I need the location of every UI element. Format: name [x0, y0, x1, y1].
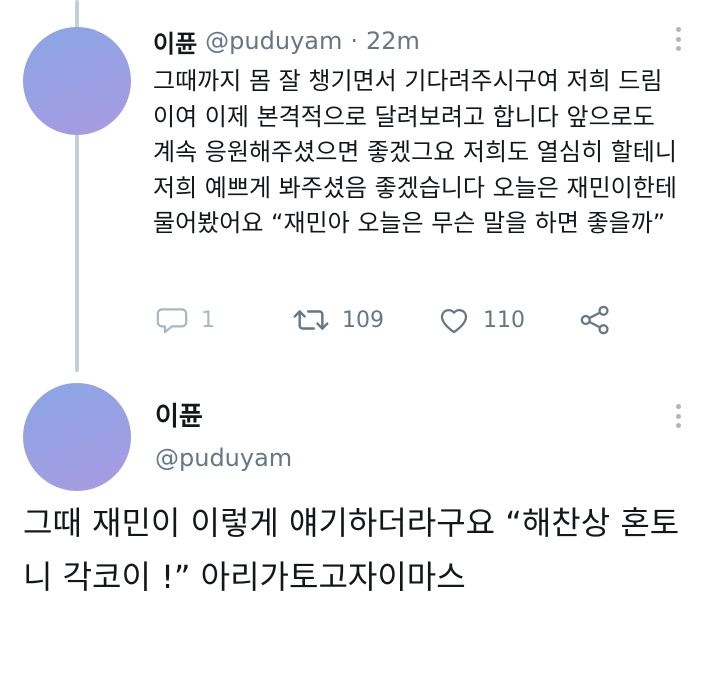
heart-icon	[440, 309, 468, 334]
tweet-actions: 1 109 110	[155, 300, 625, 340]
like-count: 110	[483, 307, 525, 333]
user-handle[interactable]: @puduyam	[205, 27, 342, 55]
avatar[interactable]	[23, 27, 131, 135]
timestamp[interactable]: 22m	[366, 27, 420, 55]
retweet-icon	[293, 310, 329, 330]
more-vertical-icon[interactable]	[676, 404, 682, 428]
tweet-header: 이퓬 @puduyam · 22m	[153, 24, 420, 58]
tweet-text: 그때까지 몸 잘 챙기면서 기다려주시구여 저희 드림이여 이제 본격적으로 달…	[153, 67, 677, 237]
reply-button[interactable]: 1	[155, 300, 215, 340]
display-name[interactable]: 이퓬	[153, 24, 197, 59]
retweet-count: 109	[342, 307, 384, 333]
more-vertical-icon[interactable]	[676, 27, 682, 51]
like-button[interactable]: 110	[437, 300, 525, 340]
share-button[interactable]	[578, 300, 612, 340]
retweet-button[interactable]: 109	[292, 300, 384, 340]
reply-count: 1	[201, 307, 215, 333]
tweet-text: 그때 재민이 이렇게 얘기하더라구요 “해찬상 혼토니 각코이 !” 아리가토고…	[23, 504, 680, 596]
avatar[interactable]	[23, 383, 131, 491]
user-handle[interactable]: @puduyam	[155, 444, 292, 472]
share-icon	[580, 305, 609, 335]
display-name[interactable]: 이퓬	[155, 396, 203, 433]
reply-icon	[156, 308, 188, 334]
separator-dot: ·	[350, 27, 358, 55]
